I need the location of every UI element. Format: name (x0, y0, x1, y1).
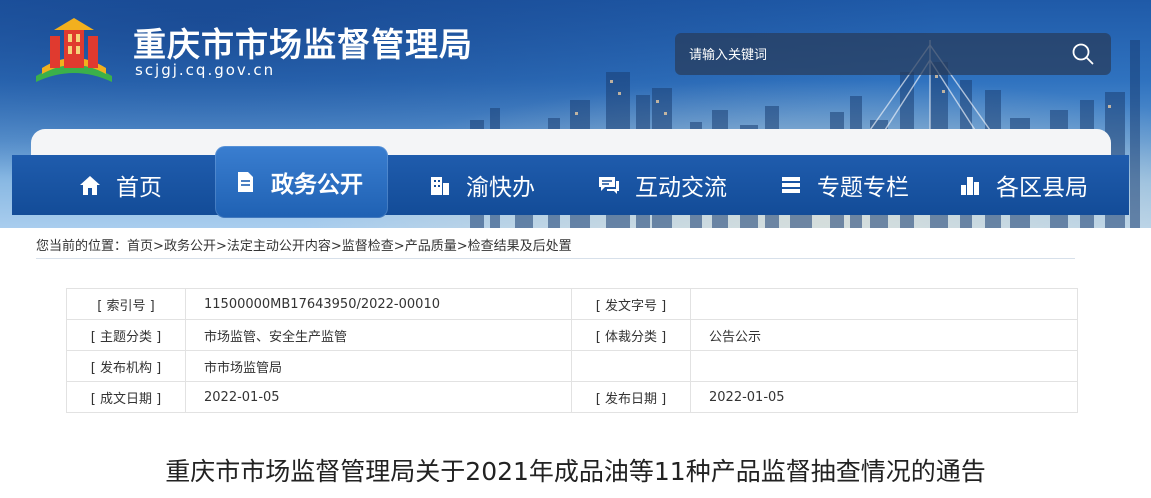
city-icon (961, 177, 979, 195)
meta-label: [ 发布机构 ] (66, 350, 186, 382)
breadcrumb-link[interactable]: 产品质量 (405, 239, 457, 254)
breadcrumb-link[interactable]: 政务公开 (164, 239, 216, 254)
table-row: [ 索引号 ] 11500000MB17643950/2022-00010 [ … (66, 288, 1078, 320)
nav-item-topics[interactable]: 专题专栏 (779, 155, 909, 215)
breadcrumb-link[interactable]: 首页 (127, 239, 153, 254)
meta-label (571, 350, 691, 382)
nav-item-government-affairs[interactable]: 政务公开 (233, 152, 363, 212)
meta-value: 公告公示 (690, 319, 1078, 351)
meta-value (690, 350, 1078, 382)
nav-item-home[interactable]: 首页 (78, 155, 162, 215)
meta-label: [ 成文日期 ] (66, 381, 186, 413)
meta-label: [ 发文字号 ] (571, 288, 691, 320)
breadcrumb-link[interactable]: 监督检查 (342, 239, 394, 254)
meta-value: 2022-01-05 (185, 381, 572, 413)
stack-icon (782, 177, 800, 193)
document-meta-table: [ 索引号 ] 11500000MB17643950/2022-00010 [ … (66, 288, 1078, 413)
nav-item-label: 政务公开 (271, 172, 363, 198)
table-row: [ 主题分类 ] 市场监管、安全生产监管 [ 体裁分类 ] 公告公示 (66, 319, 1078, 351)
meta-label: [ 索引号 ] (66, 288, 186, 320)
search-input[interactable] (687, 33, 1051, 77)
breadcrumb-link[interactable]: 检查结果及后处置 (468, 239, 572, 254)
breadcrumb: 您当前的位置：首页>政务公开>法定主动公开内容>监督检查>产品质量>检查结果及后… (36, 235, 572, 254)
nav-item-label: 专题专栏 (817, 175, 909, 201)
main-nav: 首页 渝快办 互动交流 专题专栏 各区县局 (12, 155, 1129, 215)
breadcrumb-separator: > (153, 239, 164, 254)
nav-item-label: 首页 (116, 175, 162, 201)
breadcrumb-link[interactable]: 法定主动公开内容 (227, 239, 331, 254)
site-logo (36, 18, 112, 82)
meta-value: 市场监管、安全生产监管 (185, 319, 572, 351)
site-title: 重庆市市场监督管理局 (133, 25, 473, 64)
table-row: [ 发布机构 ] 市市场监管局 (66, 350, 1078, 382)
meta-value: 11500000MB17643950/2022-00010 (185, 288, 572, 320)
search-icon[interactable] (1071, 42, 1095, 66)
meta-label: [ 体裁分类 ] (571, 319, 691, 351)
chat-icon (599, 177, 619, 194)
home-icon (80, 176, 100, 195)
nav-item-yukuaiban[interactable]: 渝快办 (428, 155, 535, 215)
nav-item-label: 渝快办 (466, 175, 535, 201)
breadcrumb-separator: > (393, 239, 405, 254)
breadcrumb-prefix: 您当前的位置： (36, 239, 128, 254)
breadcrumb-separator: > (456, 239, 468, 254)
search-box (675, 33, 1111, 77)
table-row: [ 成文日期 ] 2022-01-05 [ 发布日期 ] 2022-01-05 (66, 381, 1078, 413)
site-domain: scjgj.cq.gov.cn (135, 61, 276, 79)
meta-value: 2022-01-05 (690, 381, 1078, 413)
breadcrumb-separator: > (330, 239, 342, 254)
meta-label: [ 主题分类 ] (66, 319, 186, 351)
nav-item-label: 各区县局 (996, 175, 1088, 201)
nav-item-label: 互动交流 (635, 175, 727, 201)
nav-item-districts[interactable]: 各区县局 (958, 155, 1088, 215)
nav-item-active-bg: 政务公开 (215, 146, 388, 218)
building-icon (431, 177, 449, 195)
meta-label: [ 发布日期 ] (571, 381, 691, 413)
nav-item-interaction[interactable]: 互动交流 (597, 155, 727, 215)
meta-value: 市市场监管局 (185, 350, 572, 382)
document-icon (238, 172, 253, 192)
breadcrumb-separator: > (215, 239, 227, 254)
breadcrumb-divider (36, 258, 1075, 259)
meta-value (690, 288, 1078, 320)
article-title: 重庆市市场监督管理局关于2021年成品油等11种产品监督抽查情况的通告 (165, 457, 986, 486)
